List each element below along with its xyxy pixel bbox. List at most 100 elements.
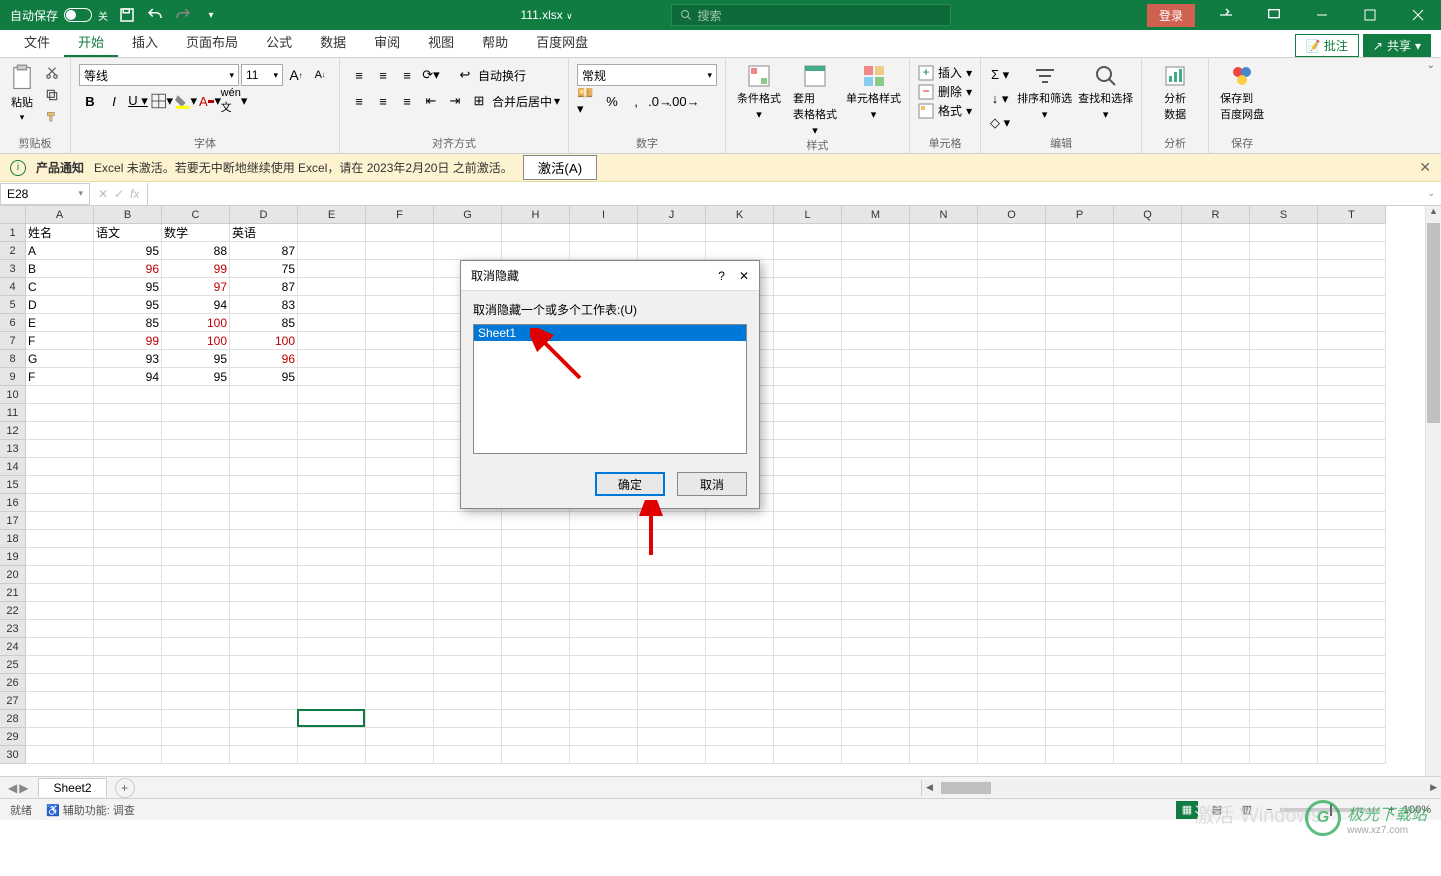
cell-O20[interactable] (978, 566, 1046, 584)
cell-S18[interactable] (1250, 530, 1318, 548)
cell-Q23[interactable] (1114, 620, 1182, 638)
cell-D2[interactable]: 87 (230, 242, 298, 260)
row-header-11[interactable]: 11 (0, 404, 26, 422)
cell-S27[interactable] (1250, 692, 1318, 710)
cancel-button[interactable]: 取消 (677, 472, 747, 496)
comments-button[interactable]: 📝 批注 (1295, 34, 1359, 57)
cell-L8[interactable] (774, 350, 842, 368)
vertical-scrollbar[interactable]: ▲ (1425, 206, 1441, 776)
cell-A3[interactable]: B (26, 260, 94, 278)
cell-N18[interactable] (910, 530, 978, 548)
cell-M1[interactable] (842, 224, 910, 242)
scroll-left-icon[interactable]: ◀ (922, 782, 937, 793)
cell-H24[interactable] (502, 638, 570, 656)
cell-S1[interactable] (1250, 224, 1318, 242)
save-baidu-button[interactable]: 保存到 百度网盘 (1217, 64, 1267, 122)
cell-S17[interactable] (1250, 512, 1318, 530)
cell-B14[interactable] (94, 458, 162, 476)
increase-font-icon[interactable]: A↑ (285, 64, 307, 86)
cell-A24[interactable] (26, 638, 94, 656)
currency-icon[interactable]: 💴▾ (577, 90, 599, 112)
copy-icon[interactable] (42, 86, 62, 104)
cell-R29[interactable] (1182, 728, 1250, 746)
cell-T2[interactable] (1318, 242, 1386, 260)
cell-D22[interactable] (230, 602, 298, 620)
cell-I25[interactable] (570, 656, 638, 674)
cell-T13[interactable] (1318, 440, 1386, 458)
cell-D28[interactable] (230, 710, 298, 728)
phonetic-icon[interactable]: wén文▾ (223, 90, 245, 112)
cell-A7[interactable]: F (26, 332, 94, 350)
scroll-right-icon[interactable]: ▶ (1426, 782, 1441, 793)
cell-T30[interactable] (1318, 746, 1386, 764)
cell-S7[interactable] (1250, 332, 1318, 350)
cell-D3[interactable]: 75 (230, 260, 298, 278)
cut-icon[interactable] (42, 64, 62, 82)
cell-L28[interactable] (774, 710, 842, 728)
cell-O13[interactable] (978, 440, 1046, 458)
cell-H28[interactable] (502, 710, 570, 728)
cell-D17[interactable] (230, 512, 298, 530)
cell-C25[interactable] (162, 656, 230, 674)
cell-H22[interactable] (502, 602, 570, 620)
cell-Q24[interactable] (1114, 638, 1182, 656)
cell-M27[interactable] (842, 692, 910, 710)
cell-A23[interactable] (26, 620, 94, 638)
cell-H19[interactable] (502, 548, 570, 566)
cell-P16[interactable] (1046, 494, 1114, 512)
cell-E11[interactable] (298, 404, 366, 422)
cell-S10[interactable] (1250, 386, 1318, 404)
cell-T28[interactable] (1318, 710, 1386, 728)
cell-M26[interactable] (842, 674, 910, 692)
cell-T11[interactable] (1318, 404, 1386, 422)
cell-I2[interactable] (570, 242, 638, 260)
cell-Q5[interactable] (1114, 296, 1182, 314)
cell-O24[interactable] (978, 638, 1046, 656)
row-header-13[interactable]: 13 (0, 440, 26, 458)
align-left-icon[interactable]: ≡ (348, 90, 370, 112)
cell-I30[interactable] (570, 746, 638, 764)
cell-E2[interactable] (298, 242, 366, 260)
column-header-B[interactable]: B (94, 206, 162, 224)
cell-E8[interactable] (298, 350, 366, 368)
cell-E24[interactable] (298, 638, 366, 656)
menu-tab-3[interactable]: 页面布局 (172, 28, 252, 57)
row-header-6[interactable]: 6 (0, 314, 26, 332)
cell-A2[interactable]: A (26, 242, 94, 260)
percent-icon[interactable]: % (601, 90, 623, 112)
cell-F6[interactable] (366, 314, 434, 332)
cell-E23[interactable] (298, 620, 366, 638)
cell-I23[interactable] (570, 620, 638, 638)
cell-B8[interactable]: 93 (94, 350, 162, 368)
cell-Q28[interactable] (1114, 710, 1182, 728)
cell-T21[interactable] (1318, 584, 1386, 602)
cell-Q7[interactable] (1114, 332, 1182, 350)
cell-K21[interactable] (706, 584, 774, 602)
cancel-formula-icon[interactable]: ✕ (98, 187, 108, 201)
cell-F8[interactable] (366, 350, 434, 368)
cell-N11[interactable] (910, 404, 978, 422)
undo-icon[interactable] (146, 6, 164, 24)
dialog-titlebar[interactable]: 取消隐藏 ? ✕ (461, 261, 759, 291)
cell-S20[interactable] (1250, 566, 1318, 584)
row-header-8[interactable]: 8 (0, 350, 26, 368)
cell-B19[interactable] (94, 548, 162, 566)
cell-A26[interactable] (26, 674, 94, 692)
menu-tab-5[interactable]: 数据 (306, 28, 360, 57)
cell-O17[interactable] (978, 512, 1046, 530)
cell-Q8[interactable] (1114, 350, 1182, 368)
cell-O2[interactable] (978, 242, 1046, 260)
cell-B28[interactable] (94, 710, 162, 728)
cell-L5[interactable] (774, 296, 842, 314)
horizontal-scrollbar[interactable]: ◀ ▶ (921, 780, 1441, 796)
page-layout-view-icon[interactable]: ▤ (1206, 801, 1228, 819)
cell-B7[interactable]: 99 (94, 332, 162, 350)
dialog-close-icon[interactable]: ✕ (739, 269, 749, 283)
align-middle-icon[interactable]: ≡ (372, 64, 394, 86)
page-break-view-icon[interactable]: ▥ (1236, 801, 1258, 819)
cell-D4[interactable]: 87 (230, 278, 298, 296)
cell-S6[interactable] (1250, 314, 1318, 332)
cell-O7[interactable] (978, 332, 1046, 350)
autosave-toggle[interactable]: 自动保存 关 (10, 7, 108, 24)
cell-O11[interactable] (978, 404, 1046, 422)
